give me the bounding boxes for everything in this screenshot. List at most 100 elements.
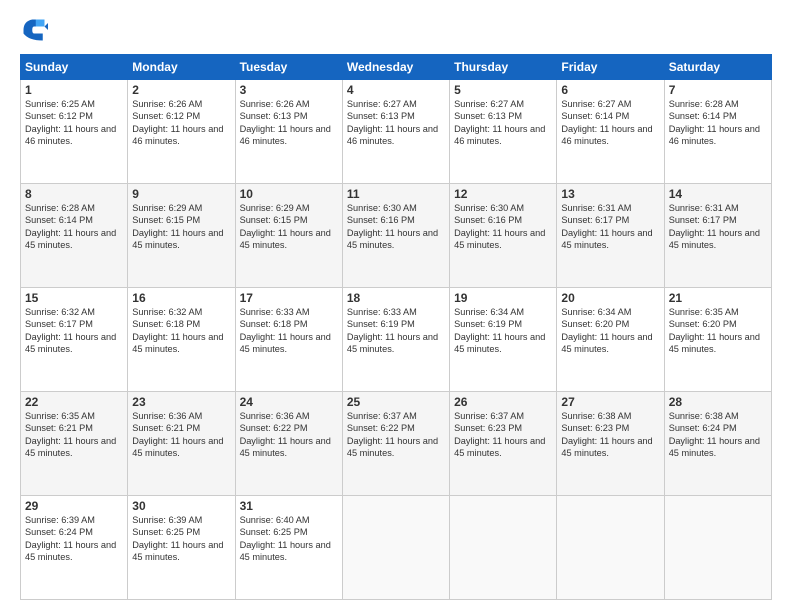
day-number: 26 <box>454 395 552 409</box>
calendar-cell: 25 Sunrise: 6:37 AM Sunset: 6:22 PM Dayl… <box>342 392 449 496</box>
day-info: Sunrise: 6:28 AM Sunset: 6:14 PM Dayligh… <box>669 98 767 148</box>
page: SundayMondayTuesdayWednesdayThursdayFrid… <box>0 0 792 612</box>
calendar-cell: 15 Sunrise: 6:32 AM Sunset: 6:17 PM Dayl… <box>21 288 128 392</box>
calendar-cell: 23 Sunrise: 6:36 AM Sunset: 6:21 PM Dayl… <box>128 392 235 496</box>
calendar-cell: 24 Sunrise: 6:36 AM Sunset: 6:22 PM Dayl… <box>235 392 342 496</box>
day-number: 8 <box>25 187 123 201</box>
calendar-cell: 13 Sunrise: 6:31 AM Sunset: 6:17 PM Dayl… <box>557 184 664 288</box>
day-number: 14 <box>669 187 767 201</box>
calendar-cell <box>557 496 664 600</box>
calendar-cell: 31 Sunrise: 6:40 AM Sunset: 6:25 PM Dayl… <box>235 496 342 600</box>
calendar-cell: 17 Sunrise: 6:33 AM Sunset: 6:18 PM Dayl… <box>235 288 342 392</box>
day-number: 20 <box>561 291 659 305</box>
day-info: Sunrise: 6:40 AM Sunset: 6:25 PM Dayligh… <box>240 514 338 564</box>
day-info: Sunrise: 6:33 AM Sunset: 6:18 PM Dayligh… <box>240 306 338 356</box>
day-info: Sunrise: 6:29 AM Sunset: 6:15 PM Dayligh… <box>240 202 338 252</box>
calendar-cell <box>342 496 449 600</box>
day-number: 6 <box>561 83 659 97</box>
day-info: Sunrise: 6:38 AM Sunset: 6:24 PM Dayligh… <box>669 410 767 460</box>
day-number: 4 <box>347 83 445 97</box>
day-number: 28 <box>669 395 767 409</box>
calendar-cell: 16 Sunrise: 6:32 AM Sunset: 6:18 PM Dayl… <box>128 288 235 392</box>
day-info: Sunrise: 6:35 AM Sunset: 6:21 PM Dayligh… <box>25 410 123 460</box>
calendar-cell: 28 Sunrise: 6:38 AM Sunset: 6:24 PM Dayl… <box>664 392 771 496</box>
day-number: 5 <box>454 83 552 97</box>
calendar-cell: 19 Sunrise: 6:34 AM Sunset: 6:19 PM Dayl… <box>450 288 557 392</box>
day-number: 30 <box>132 499 230 513</box>
day-info: Sunrise: 6:35 AM Sunset: 6:20 PM Dayligh… <box>669 306 767 356</box>
weekday-header-saturday: Saturday <box>664 55 771 80</box>
header <box>20 16 772 44</box>
day-number: 19 <box>454 291 552 305</box>
calendar-cell <box>450 496 557 600</box>
weekday-header-wednesday: Wednesday <box>342 55 449 80</box>
day-info: Sunrise: 6:32 AM Sunset: 6:17 PM Dayligh… <box>25 306 123 356</box>
calendar-cell: 11 Sunrise: 6:30 AM Sunset: 6:16 PM Dayl… <box>342 184 449 288</box>
day-info: Sunrise: 6:30 AM Sunset: 6:16 PM Dayligh… <box>347 202 445 252</box>
day-number: 7 <box>669 83 767 97</box>
day-info: Sunrise: 6:29 AM Sunset: 6:15 PM Dayligh… <box>132 202 230 252</box>
day-number: 31 <box>240 499 338 513</box>
day-info: Sunrise: 6:34 AM Sunset: 6:20 PM Dayligh… <box>561 306 659 356</box>
day-number: 24 <box>240 395 338 409</box>
calendar-cell: 14 Sunrise: 6:31 AM Sunset: 6:17 PM Dayl… <box>664 184 771 288</box>
day-number: 29 <box>25 499 123 513</box>
logo-icon <box>20 16 48 44</box>
calendar-cell: 22 Sunrise: 6:35 AM Sunset: 6:21 PM Dayl… <box>21 392 128 496</box>
day-info: Sunrise: 6:39 AM Sunset: 6:24 PM Dayligh… <box>25 514 123 564</box>
day-number: 23 <box>132 395 230 409</box>
day-info: Sunrise: 6:38 AM Sunset: 6:23 PM Dayligh… <box>561 410 659 460</box>
weekday-header-tuesday: Tuesday <box>235 55 342 80</box>
day-info: Sunrise: 6:28 AM Sunset: 6:14 PM Dayligh… <box>25 202 123 252</box>
day-info: Sunrise: 6:34 AM Sunset: 6:19 PM Dayligh… <box>454 306 552 356</box>
calendar-cell: 2 Sunrise: 6:26 AM Sunset: 6:12 PM Dayli… <box>128 80 235 184</box>
calendar-cell: 26 Sunrise: 6:37 AM Sunset: 6:23 PM Dayl… <box>450 392 557 496</box>
day-info: Sunrise: 6:27 AM Sunset: 6:14 PM Dayligh… <box>561 98 659 148</box>
calendar-cell: 6 Sunrise: 6:27 AM Sunset: 6:14 PM Dayli… <box>557 80 664 184</box>
day-number: 1 <box>25 83 123 97</box>
calendar-cell: 3 Sunrise: 6:26 AM Sunset: 6:13 PM Dayli… <box>235 80 342 184</box>
day-info: Sunrise: 6:25 AM Sunset: 6:12 PM Dayligh… <box>25 98 123 148</box>
day-number: 25 <box>347 395 445 409</box>
day-info: Sunrise: 6:31 AM Sunset: 6:17 PM Dayligh… <box>669 202 767 252</box>
day-info: Sunrise: 6:30 AM Sunset: 6:16 PM Dayligh… <box>454 202 552 252</box>
calendar-cell: 29 Sunrise: 6:39 AM Sunset: 6:24 PM Dayl… <box>21 496 128 600</box>
day-number: 2 <box>132 83 230 97</box>
calendar-cell: 5 Sunrise: 6:27 AM Sunset: 6:13 PM Dayli… <box>450 80 557 184</box>
calendar-cell: 10 Sunrise: 6:29 AM Sunset: 6:15 PM Dayl… <box>235 184 342 288</box>
day-number: 17 <box>240 291 338 305</box>
day-number: 11 <box>347 187 445 201</box>
calendar-cell: 21 Sunrise: 6:35 AM Sunset: 6:20 PM Dayl… <box>664 288 771 392</box>
calendar-table: SundayMondayTuesdayWednesdayThursdayFrid… <box>20 54 772 600</box>
calendar-cell: 27 Sunrise: 6:38 AM Sunset: 6:23 PM Dayl… <box>557 392 664 496</box>
day-info: Sunrise: 6:36 AM Sunset: 6:21 PM Dayligh… <box>132 410 230 460</box>
day-info: Sunrise: 6:33 AM Sunset: 6:19 PM Dayligh… <box>347 306 445 356</box>
calendar-cell: 30 Sunrise: 6:39 AM Sunset: 6:25 PM Dayl… <box>128 496 235 600</box>
day-info: Sunrise: 6:31 AM Sunset: 6:17 PM Dayligh… <box>561 202 659 252</box>
day-number: 10 <box>240 187 338 201</box>
day-info: Sunrise: 6:27 AM Sunset: 6:13 PM Dayligh… <box>454 98 552 148</box>
weekday-header-friday: Friday <box>557 55 664 80</box>
day-number: 15 <box>25 291 123 305</box>
day-info: Sunrise: 6:36 AM Sunset: 6:22 PM Dayligh… <box>240 410 338 460</box>
day-number: 22 <box>25 395 123 409</box>
day-info: Sunrise: 6:39 AM Sunset: 6:25 PM Dayligh… <box>132 514 230 564</box>
calendar-cell: 20 Sunrise: 6:34 AM Sunset: 6:20 PM Dayl… <box>557 288 664 392</box>
day-number: 13 <box>561 187 659 201</box>
day-info: Sunrise: 6:37 AM Sunset: 6:23 PM Dayligh… <box>454 410 552 460</box>
day-number: 9 <box>132 187 230 201</box>
day-info: Sunrise: 6:37 AM Sunset: 6:22 PM Dayligh… <box>347 410 445 460</box>
calendar-cell: 7 Sunrise: 6:28 AM Sunset: 6:14 PM Dayli… <box>664 80 771 184</box>
calendar-cell <box>664 496 771 600</box>
day-number: 21 <box>669 291 767 305</box>
day-info: Sunrise: 6:26 AM Sunset: 6:12 PM Dayligh… <box>132 98 230 148</box>
day-info: Sunrise: 6:26 AM Sunset: 6:13 PM Dayligh… <box>240 98 338 148</box>
calendar-cell: 4 Sunrise: 6:27 AM Sunset: 6:13 PM Dayli… <box>342 80 449 184</box>
weekday-header-monday: Monday <box>128 55 235 80</box>
weekday-header-thursday: Thursday <box>450 55 557 80</box>
day-number: 16 <box>132 291 230 305</box>
calendar-cell: 18 Sunrise: 6:33 AM Sunset: 6:19 PM Dayl… <box>342 288 449 392</box>
calendar-cell: 12 Sunrise: 6:30 AM Sunset: 6:16 PM Dayl… <box>450 184 557 288</box>
day-number: 18 <box>347 291 445 305</box>
logo <box>20 16 52 44</box>
